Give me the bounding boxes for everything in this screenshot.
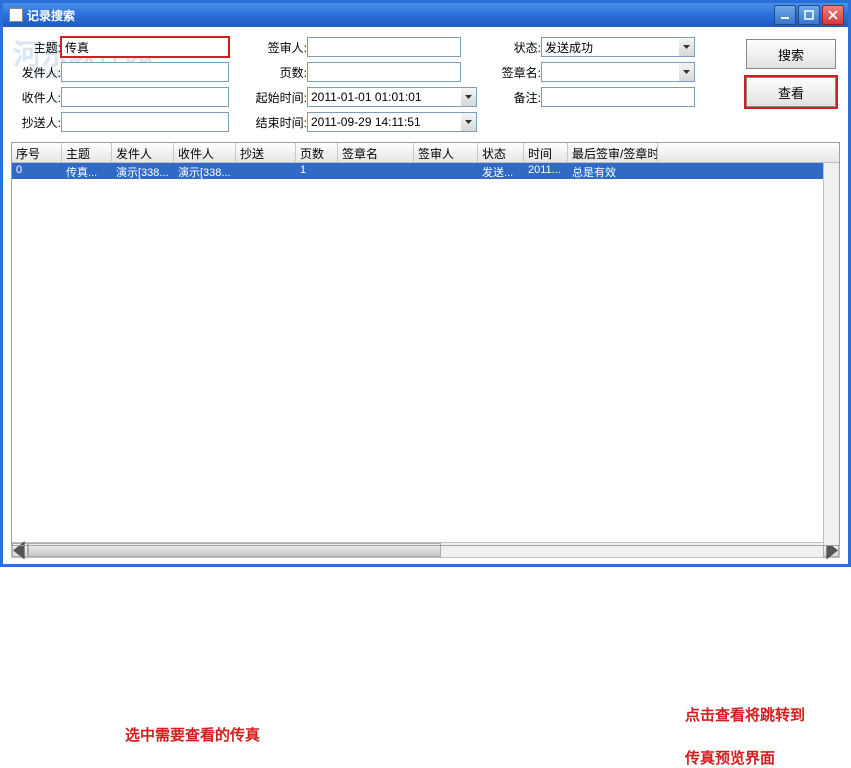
- column-header[interactable]: 页数: [296, 143, 338, 162]
- window-title: 记录搜索: [27, 7, 774, 24]
- table-cell: 总是有效: [568, 163, 658, 179]
- table-cell: [338, 163, 414, 179]
- reviewer-input[interactable]: [307, 37, 461, 57]
- column-header[interactable]: 状态: [478, 143, 524, 162]
- minimize-button[interactable]: [774, 5, 796, 25]
- table-cell: 传真...: [62, 163, 112, 179]
- search-button[interactable]: 搜索: [746, 39, 836, 69]
- status-select[interactable]: [541, 37, 679, 57]
- remark-label: 备注:: [495, 89, 541, 106]
- maximize-button[interactable]: [798, 5, 820, 25]
- column-header[interactable]: 收件人: [174, 143, 236, 162]
- window-titlebar: 记录搜索: [3, 3, 848, 27]
- table-cell: 演示[338...: [174, 163, 236, 179]
- table-cell: 0: [12, 163, 62, 179]
- column-header[interactable]: 签章名: [338, 143, 414, 162]
- status-dropdown-icon[interactable]: [679, 37, 695, 57]
- column-header[interactable]: 签审人: [414, 143, 478, 162]
- column-header[interactable]: 发件人: [112, 143, 174, 162]
- table-cell: 演示[338...: [112, 163, 174, 179]
- column-header[interactable]: 抄送: [236, 143, 296, 162]
- column-header[interactable]: 主题: [62, 143, 112, 162]
- table-cell: 1: [296, 163, 338, 179]
- table-cell: [414, 163, 478, 179]
- vertical-scrollbar[interactable]: [823, 163, 839, 545]
- column-header[interactable]: 时间: [524, 143, 568, 162]
- cc-label: 抄送人:: [15, 114, 61, 131]
- table-cell: 发送...: [478, 163, 524, 179]
- receiver-label: 收件人:: [15, 89, 61, 106]
- receiver-input[interactable]: [61, 87, 229, 107]
- start-time-dropdown-icon[interactable]: [461, 87, 477, 107]
- start-time-label: 起始时间:: [247, 89, 307, 106]
- annotation-select-row: 选中需要查看的传真: [125, 724, 851, 745]
- remark-input[interactable]: [541, 87, 695, 107]
- stamp-label: 签章名:: [495, 64, 541, 81]
- results-table: 序号主题发件人收件人抄送页数签章名签审人状态时间最后签审/签章时 0传真...演…: [11, 142, 840, 546]
- sender-input[interactable]: [61, 62, 229, 82]
- subject-label: 主题:: [15, 39, 61, 56]
- close-button[interactable]: [822, 5, 844, 25]
- view-button[interactable]: 查看: [746, 77, 836, 107]
- column-header[interactable]: 最后签审/签章时: [568, 143, 658, 162]
- status-label: 状态:: [495, 39, 541, 56]
- table-row[interactable]: 0传真...演示[338...演示[338...1发送...2011...总是有…: [12, 163, 839, 179]
- annotation-view-line1: 点击查看将跳转到: [685, 704, 851, 725]
- start-time-input[interactable]: [307, 87, 461, 107]
- sender-label: 发件人:: [15, 64, 61, 81]
- reviewer-label: 签审人:: [247, 39, 307, 56]
- stamp-select[interactable]: [541, 62, 679, 82]
- search-form: 主题: 发件人: 收件人: 抄送人: 签审人: 页数:: [3, 27, 848, 138]
- annotation-view-line2: 传真预览界面: [685, 747, 851, 768]
- pages-input[interactable]: [307, 62, 461, 82]
- column-header[interactable]: 序号: [12, 143, 62, 162]
- cc-input[interactable]: [61, 112, 229, 132]
- table-cell: 2011...: [524, 163, 568, 179]
- end-time-label: 结束时间:: [247, 114, 307, 131]
- end-time-input[interactable]: [307, 112, 461, 132]
- subject-input[interactable]: [61, 37, 229, 57]
- pages-label: 页数:: [247, 64, 307, 81]
- stamp-dropdown-icon[interactable]: [679, 62, 695, 82]
- table-cell: [236, 163, 296, 179]
- end-time-dropdown-icon[interactable]: [461, 112, 477, 132]
- app-icon: [9, 8, 23, 22]
